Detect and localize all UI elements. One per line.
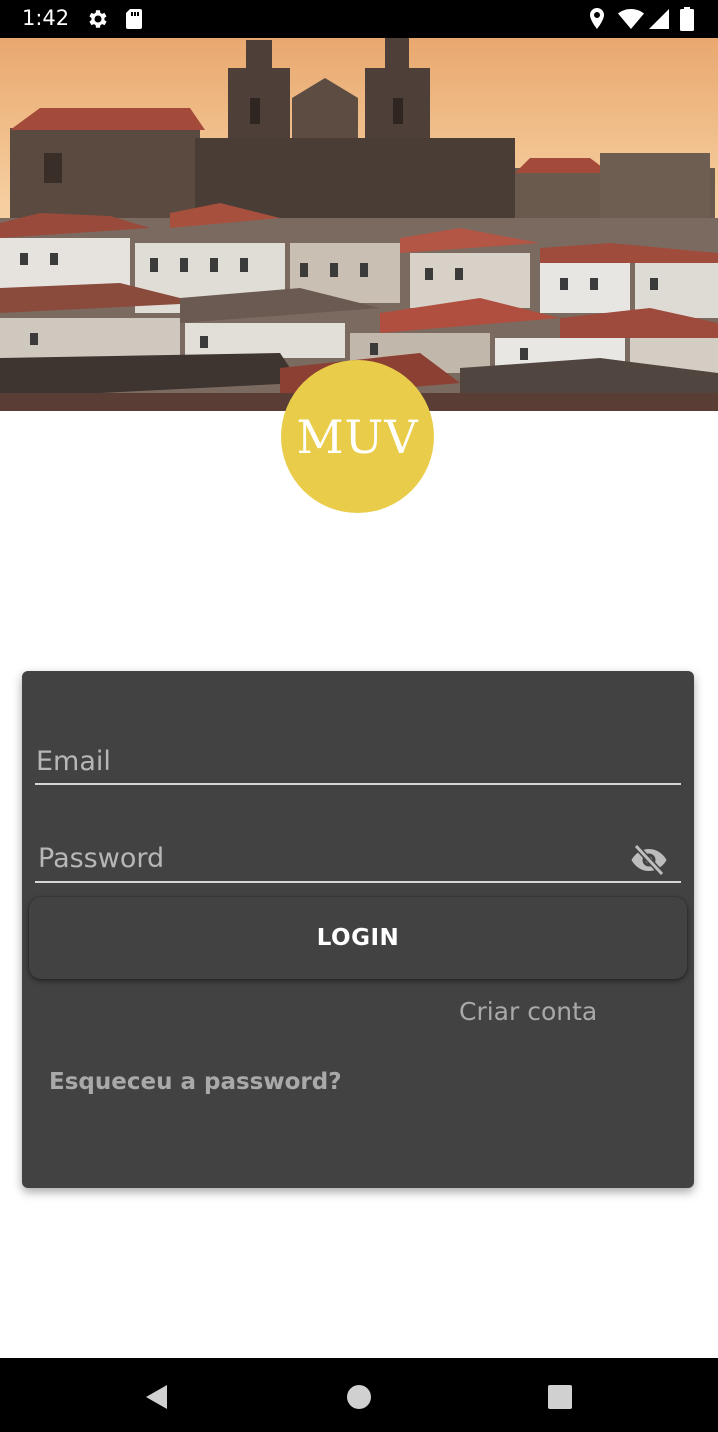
muv-logo: MUV bbox=[281, 360, 434, 513]
hero-city-photo bbox=[0, 38, 718, 411]
wifi-icon bbox=[617, 7, 645, 35]
status-bar: 1:42 bbox=[0, 0, 718, 38]
password-field-container bbox=[35, 835, 681, 883]
back-triangle-icon[interactable] bbox=[142, 1382, 172, 1412]
email-field-container bbox=[35, 739, 681, 785]
battery-icon bbox=[680, 7, 694, 35]
login-button[interactable]: LOGIN bbox=[29, 897, 687, 979]
location-pin-icon bbox=[587, 7, 607, 35]
home-circle-icon[interactable] bbox=[344, 1382, 374, 1412]
navigation-bar bbox=[0, 1358, 718, 1432]
cell-signal-icon bbox=[647, 7, 671, 35]
recents-square-icon[interactable] bbox=[545, 1382, 575, 1412]
email-field[interactable] bbox=[35, 739, 681, 783]
status-time: 1:42 bbox=[22, 6, 70, 30]
create-account-link[interactable]: Criar conta bbox=[459, 997, 597, 1026]
forgot-password-link[interactable]: Esqueceu a password? bbox=[49, 1069, 342, 1095]
sd-card-icon bbox=[124, 7, 144, 35]
gear-icon bbox=[86, 7, 110, 35]
login-card: LOGIN Criar conta Esqueceu a password? bbox=[22, 671, 694, 1188]
logo-text: MUV bbox=[296, 409, 419, 464]
password-field[interactable] bbox=[35, 835, 681, 881]
eye-off-icon[interactable] bbox=[629, 841, 669, 877]
